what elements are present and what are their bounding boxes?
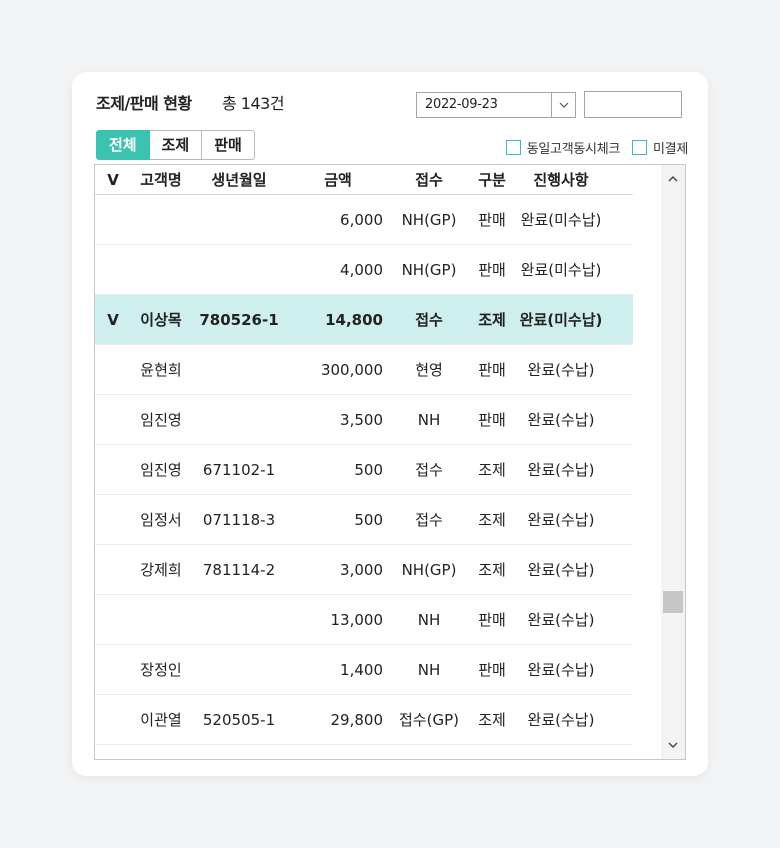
cell-reception: 접수(GP) [399,711,459,729]
column-header-reception[interactable]: 접수 [389,169,469,190]
column-header-birth[interactable]: 생년월일 [191,169,287,190]
cell-status: 완료(수납) [527,411,595,429]
total-count: 총 143건 [222,94,285,113]
cell-name: 윤현희 [140,361,182,379]
cell-status: 완료(수납) [527,461,595,479]
same-customer-label: 동일고객동시체크 [526,142,621,157]
cell-status: 완료(수납) [527,511,595,529]
unsettled-checkbox[interactable] [632,140,648,155]
cell-reception: NH(GP) [401,260,457,279]
table-row[interactable]: 임진영 671102-1 500 접수 조제 완료(수납) [95,445,633,495]
cell-name: 임진영 [140,411,182,429]
cell-reception: NH [417,410,441,429]
cell-name: 임정서 [140,511,182,529]
cell-type: 판매 [478,611,506,629]
page-title: 조제/판매 현황 [96,94,192,113]
table-row-selected[interactable]: V 이상목 780526-1 14,800 접수 조제 완료(미수납) [95,295,633,345]
cell-birth: 520505-1 [202,710,276,729]
cell-amount: 6,000 [340,210,383,229]
cell-amount: 1,400 [340,660,383,679]
cell-amount: 500 [354,510,383,529]
table-row[interactable]: 이관열 520505-1 29,800 접수(GP) 조제 완료(수납) [95,695,633,745]
tab-all[interactable]: 전체 [96,130,150,160]
table-row[interactable]: 6,000 NH(GP) 판매 완료(미수납) [95,195,633,245]
cell-type: 조제 [478,511,506,529]
cell-v: V [107,310,119,329]
cell-name: 강제희 [140,561,182,579]
cell-status: 완료(수납) [527,361,595,379]
scrollbar-thumb[interactable] [663,591,683,613]
cell-name: 이관열 [140,711,182,729]
table-row[interactable]: 장정인 1,400 NH 판매 완료(수납) [95,645,633,695]
cell-name: 이상목 [140,311,182,329]
table-row[interactable]: 4,000 NH(GP) 판매 완료(미수납) [95,245,633,295]
unsettled-label: 미결제 [653,142,688,157]
cell-type: 판매 [478,661,506,679]
cell-amount: 300,000 [320,360,383,379]
cell-status: 완료(수납) [527,561,595,579]
table-row[interactable]: 강제희 781114-2 3,000 NH(GP) 조제 완료(수납) [95,545,633,595]
filter-checks: 동일고객동시체크 미결제 [505,138,688,157]
table-row[interactable]: 임정서 071118-3 500 접수 조제 완료(수납) [95,495,633,545]
table-row[interactable]: 13,000 NH 판매 완료(수납) [95,595,633,645]
same-customer-checkbox[interactable] [505,140,521,155]
tab-bar: 전체 조제 판매 [96,130,255,160]
cell-birth: 781114-2 [202,560,276,579]
cell-type: 조제 [478,311,506,329]
cell-birth: 780526-1 [199,310,279,329]
column-header-name[interactable]: 고객명 [131,169,191,190]
cell-status: 완료(수납) [527,661,595,679]
cell-amount: 14,800 [325,310,383,329]
cell-type: 조제 [478,461,506,479]
table-body: 6,000 NH(GP) 판매 완료(미수납) 4,000 NH(GP) 판매 … [95,195,633,745]
cell-reception: NH [417,660,441,679]
sales-status-panel: 조제/판매 현황 총 143건 2022-09-23 전체 조제 판매 동일고객… [72,72,708,776]
table-header: V 고객명 생년월일 금액 접수 구분 진행사항 [95,165,633,195]
tab-dispense[interactable]: 조제 [149,130,203,160]
date-picker[interactable]: 2022-09-23 [416,92,576,118]
table-row[interactable]: 윤현희 300,000 현영 판매 완료(수납) [95,345,633,395]
cell-type: 조제 [478,711,506,729]
cell-reception: 접수 [415,461,443,479]
date-value: 2022-09-23 [425,97,498,112]
cell-type: 판매 [478,361,506,379]
column-header-status[interactable]: 진행사항 [515,169,607,190]
cell-status: 완료(미수납) [519,311,603,329]
cell-status: 완료(미수납) [520,211,602,229]
cell-amount: 3,500 [340,410,383,429]
cell-reception: NH(GP) [401,560,457,579]
tab-sale[interactable]: 판매 [202,130,255,160]
cell-reception: NH(GP) [401,210,457,229]
cell-type: 판매 [478,411,506,429]
vertical-scrollbar[interactable] [661,165,685,759]
cell-status: 완료(수납) [527,611,595,629]
cell-reception: 접수 [415,511,443,529]
cell-birth: 671102-1 [202,460,276,479]
cell-type: 판매 [478,211,506,229]
column-header-amount[interactable]: 금액 [287,169,389,190]
scroll-down-icon[interactable] [661,735,685,755]
cell-type: 판매 [478,261,506,279]
cell-amount: 3,000 [340,560,383,579]
table-row[interactable]: 임진영 3,500 NH 판매 완료(수납) [95,395,633,445]
cell-name: 임진영 [140,461,182,479]
cell-type: 조제 [478,561,506,579]
cell-birth: 071118-3 [202,510,276,529]
cell-status: 완료(수납) [527,711,595,729]
cell-reception: NH [417,610,441,629]
cell-amount: 4,000 [340,260,383,279]
column-header-v[interactable]: V [95,171,131,189]
search-input[interactable] [584,91,682,118]
column-header-type[interactable]: 구분 [469,169,515,190]
cell-reception: 접수 [415,311,443,329]
cell-status: 완료(미수납) [520,261,602,279]
scroll-up-icon[interactable] [661,169,685,189]
cell-amount: 29,800 [330,710,384,729]
chevron-down-icon[interactable] [551,93,575,117]
cell-amount: 13,000 [330,610,384,629]
cell-name: 장정인 [140,661,182,679]
cell-reception: 현영 [415,361,443,379]
cell-amount: 500 [354,460,383,479]
sales-table: V 고객명 생년월일 금액 접수 구분 진행사항 6,000 NH(GP) 판매… [94,164,686,760]
